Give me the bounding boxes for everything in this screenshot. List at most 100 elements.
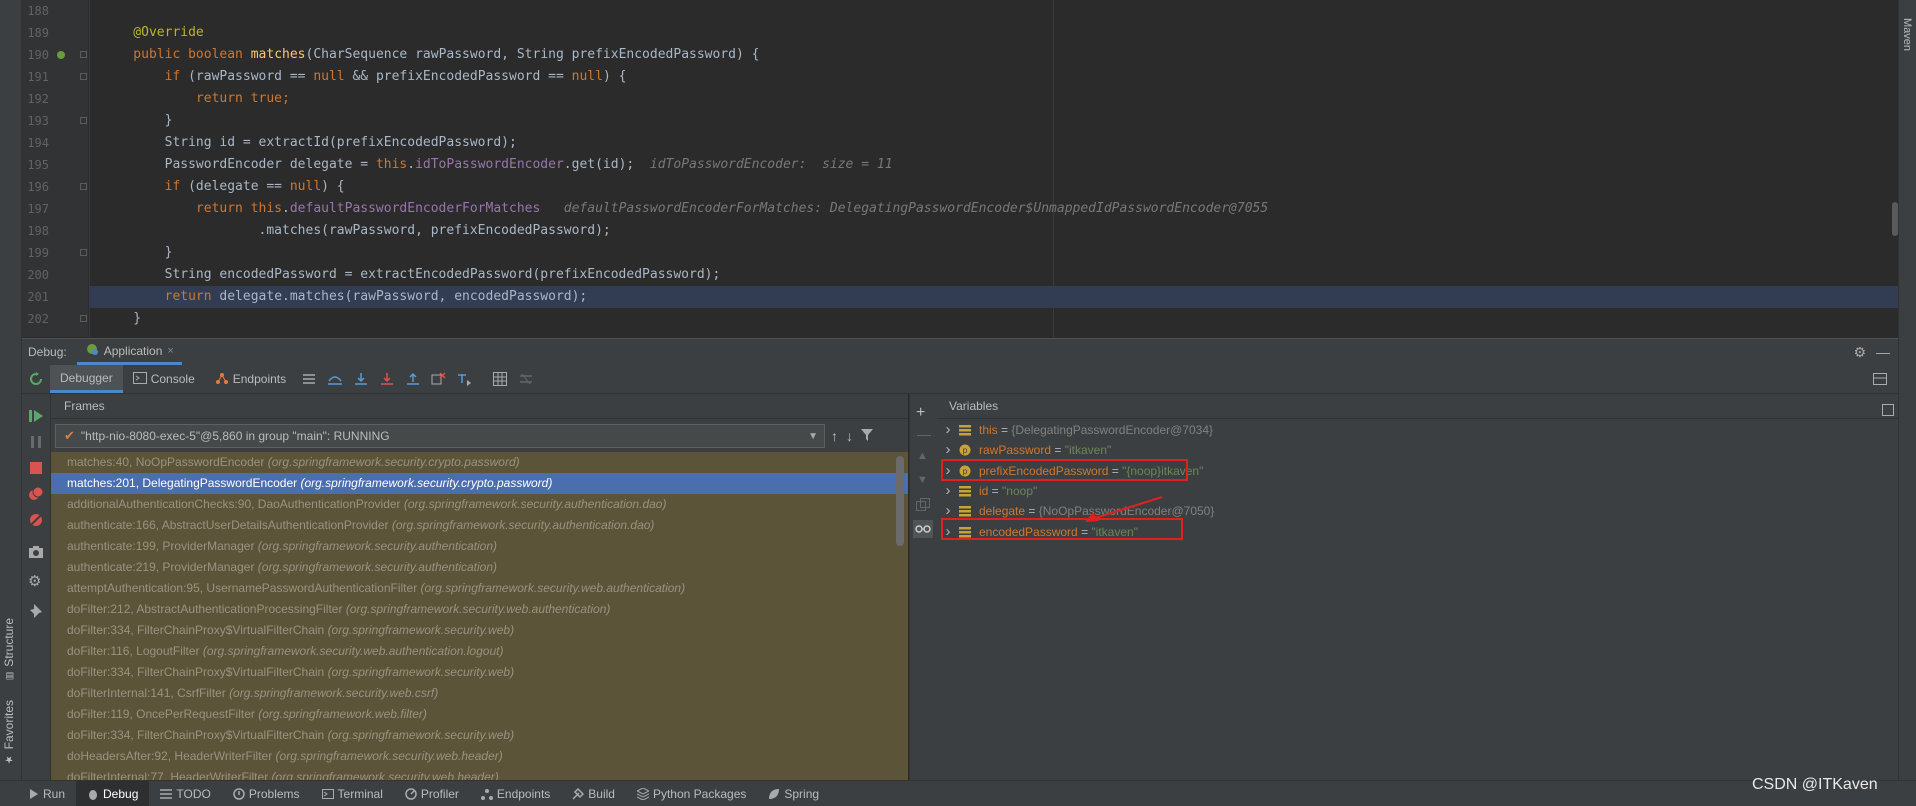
frame-item[interactable]: doFilterInternal:141, CsrfFilter (org.sp… <box>51 683 908 704</box>
bottom-tab-run[interactable]: Run <box>18 781 76 806</box>
frame-item[interactable]: doHeadersAfter:92, HeaderWriterFilter (o… <box>51 746 908 767</box>
run-to-cursor-icon[interactable] <box>457 371 473 387</box>
tab-endpoints-label: Endpoints <box>232 372 287 386</box>
minimize-icon[interactable]: — <box>1876 344 1890 360</box>
frame-method: doFilterInternal:141, CsrfFilter <box>67 686 230 700</box>
code-token: . <box>407 157 416 172</box>
thread-selector[interactable]: ✔ "http-nio-8080-exec-5"@5,860 in group … <box>55 424 825 448</box>
filter-icon[interactable] <box>861 428 873 444</box>
force-step-into-icon[interactable] <box>379 371 395 387</box>
arrow-up-icon[interactable]: ↑ <box>831 428 838 444</box>
fold-marker-icon[interactable] <box>80 73 87 80</box>
glasses-icon[interactable] <box>913 520 933 538</box>
frames-scrollbar[interactable] <box>896 456 904 546</box>
editor-scrollbar[interactable] <box>1892 202 1898 236</box>
code-token: delegate.matches(rawPassword, encodedPas… <box>219 289 588 304</box>
fold-marker-icon[interactable] <box>80 51 87 58</box>
variable-item[interactable]: › p rawPassword = "itkaven" <box>937 440 1112 460</box>
maven-tab-label: Maven <box>1901 18 1913 52</box>
resume-icon[interactable] <box>28 408 44 424</box>
fold-marker-icon[interactable] <box>80 249 87 256</box>
fold-marker-icon[interactable] <box>80 117 87 124</box>
chevron-right-icon[interactable]: › <box>937 481 959 501</box>
frame-item[interactable]: matches:201, DelegatingPasswordEncoder (… <box>51 473 908 494</box>
bottom-tab-endpoints[interactable]: Endpoints <box>470 781 561 806</box>
frame-item[interactable]: authenticate:166, AbstractUserDetailsAut… <box>51 515 908 536</box>
frame-method: additionalAuthenticationChecks:90, DaoAu… <box>67 497 404 511</box>
frame-item[interactable]: doFilter:334, FilterChainProxy$VirtualFi… <box>51 620 908 641</box>
code-editor[interactable]: 188 189 190 191 192 193 194 195 196 197 198 199 200 2… <box>22 0 1898 337</box>
add-watch-icon[interactable]: + <box>916 404 925 422</box>
favorites-tab[interactable]: ★ Favorites <box>2 700 16 764</box>
chevron-right-icon[interactable]: › <box>937 420 959 440</box>
fold-marker-icon[interactable] <box>80 315 87 322</box>
frame-package: (org.springframework.security.web.header… <box>275 749 503 763</box>
stop-icon[interactable] <box>28 460 44 476</box>
tab-console[interactable]: Console <box>123 365 205 393</box>
bottom-tab-spring[interactable]: Spring <box>757 781 830 806</box>
frame-item[interactable]: additionalAuthenticationChecks:90, DaoAu… <box>51 494 908 515</box>
frame-item[interactable]: doFilter:119, OncePerRequestFilter (org.… <box>51 704 908 725</box>
step-into-icon[interactable] <box>353 371 369 387</box>
remove-watch-icon[interactable]: — <box>917 426 931 442</box>
camera-icon[interactable] <box>28 544 44 560</box>
arrow-down-icon[interactable]: ↓ <box>846 428 853 444</box>
step-out-icon[interactable] <box>405 371 421 387</box>
bottom-tab-build[interactable]: Build <box>561 781 626 806</box>
frame-item[interactable]: doFilter:116, LogoutFilter (org.springfr… <box>51 641 908 662</box>
maven-tab[interactable]: Maven <box>1901 18 1913 51</box>
override-marker-icon[interactable] <box>57 51 65 59</box>
drop-frame-icon[interactable] <box>431 371 447 387</box>
variable-item[interactable]: › this = {DelegatingPasswordEncoder@7034} <box>937 420 1214 440</box>
bottom-tab-problems[interactable]: Problems <box>222 781 311 806</box>
frame-method: doFilter:212, AbstractAuthenticationProc… <box>67 602 346 616</box>
pin-icon[interactable] <box>28 602 44 618</box>
tab-debugger[interactable]: Debugger <box>50 365 123 393</box>
bottom-tab-terminal[interactable]: Terminal <box>311 781 394 806</box>
chevron-right-icon[interactable]: › <box>937 440 959 460</box>
tab-application-label: Application <box>103 343 163 358</box>
frame-item[interactable]: doFilter:334, FilterChainProxy$VirtualFi… <box>51 662 908 683</box>
structure-tab[interactable]: ▤ Structure <box>2 618 16 681</box>
code-token: defaultPasswordEncoderForMatches <box>289 201 541 216</box>
debug-toolbar: Debugger Console Endpoints <box>22 365 1898 394</box>
line-number: 195 <box>27 158 49 172</box>
move-down-icon[interactable]: ▼ <box>917 474 928 486</box>
frames-panel: Frames ✔ "http-nio-8080-exec-5"@5,860 in… <box>51 394 908 780</box>
tab-application[interactable]: Application × <box>76 339 182 365</box>
layout-icon[interactable] <box>1872 371 1888 387</box>
step-over-icon[interactable] <box>327 371 343 387</box>
view-breakpoints-icon[interactable] <box>28 486 44 502</box>
bottom-tab-profiler[interactable]: Profiler <box>394 781 470 806</box>
close-icon[interactable]: × <box>167 345 173 357</box>
frames-list[interactable]: matches:40, NoOpPasswordEncoder (org.spr… <box>51 452 908 780</box>
rerun-icon[interactable] <box>22 365 50 393</box>
fold-marker-icon[interactable] <box>80 183 87 190</box>
bottom-tab-todo[interactable]: TODO <box>149 781 221 806</box>
gear-icon[interactable]: ⚙ <box>1853 344 1866 361</box>
frame-method: matches:40, NoOpPasswordEncoder <box>67 455 268 469</box>
thread-label: "http-nio-8080-exec-5"@5,860 in group "m… <box>80 429 390 443</box>
move-up-icon[interactable]: ▲ <box>917 450 928 462</box>
frame-item[interactable]: authenticate:199, ProviderManager (org.s… <box>51 536 908 557</box>
columns-icon[interactable] <box>1882 404 1894 419</box>
mute-breakpoints-icon[interactable] <box>28 512 44 528</box>
frame-item[interactable]: authenticate:219, ProviderManager (org.s… <box>51 557 908 578</box>
frame-item[interactable]: matches:40, NoOpPasswordEncoder (org.spr… <box>51 452 908 473</box>
frame-item[interactable]: doFilterInternal:77, HeaderWriterFilter … <box>51 767 908 780</box>
bottom-tab-debug[interactable]: Debug <box>76 781 150 806</box>
menu-icon[interactable] <box>301 371 317 387</box>
settings-icon[interactable]: ⚙ <box>28 574 44 590</box>
code-token: return true; <box>102 91 290 106</box>
variable-name: rawPassword <box>979 443 1052 458</box>
pause-icon[interactable] <box>28 434 44 450</box>
frame-item[interactable]: attemptAuthentication:95, UsernamePasswo… <box>51 578 908 599</box>
tab-endpoints[interactable]: Endpoints <box>205 365 296 393</box>
trace-icon[interactable] <box>518 371 534 387</box>
bottom-tab-python-packages[interactable]: Python Packages <box>626 781 757 806</box>
copy-icon[interactable] <box>916 498 930 515</box>
evaluate-expression-icon[interactable] <box>492 371 508 387</box>
variable-item[interactable]: › id = "noop" <box>937 481 1038 501</box>
frame-item[interactable]: doFilter:212, AbstractAuthenticationProc… <box>51 599 908 620</box>
frame-item[interactable]: doFilter:334, FilterChainProxy$VirtualFi… <box>51 725 908 746</box>
